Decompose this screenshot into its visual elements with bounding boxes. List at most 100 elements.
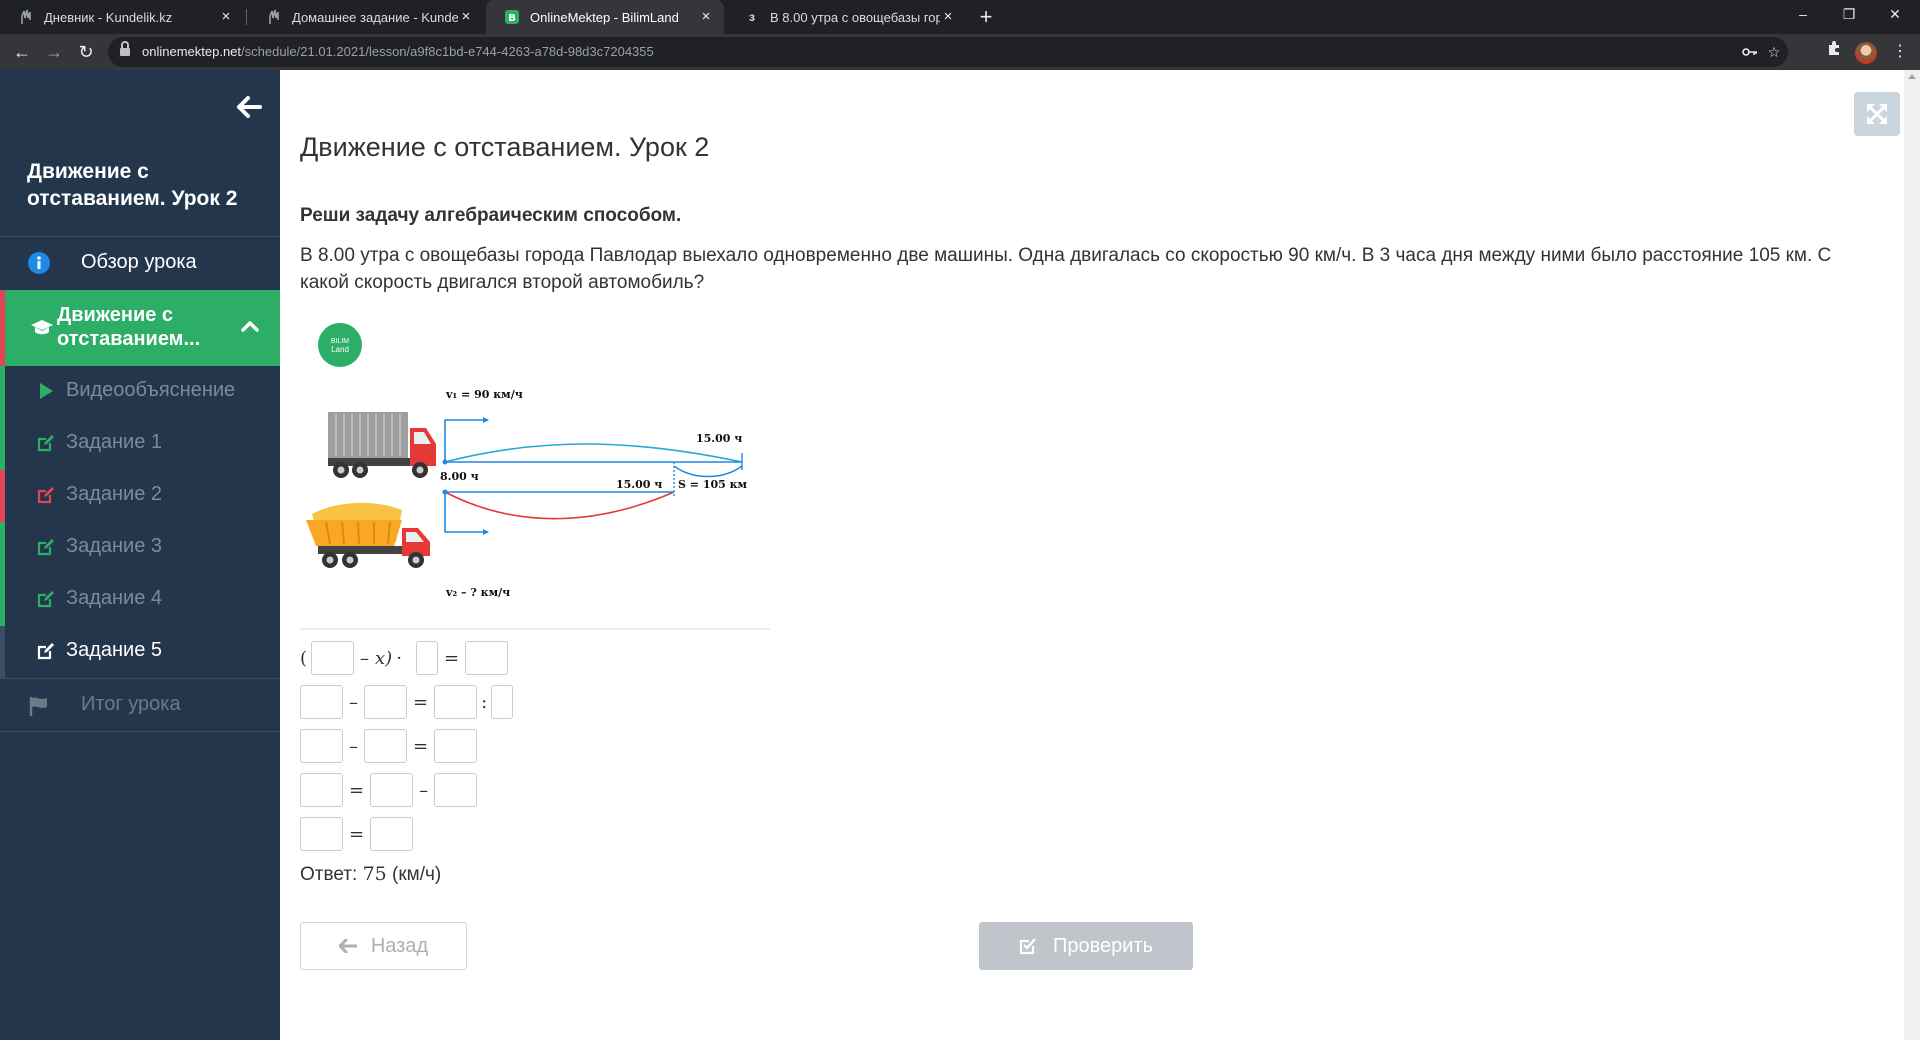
url-text: onlinemektep.net/schedule/21.01.2021/les… (142, 44, 654, 59)
browser-tab-active[interactable]: B OnlineMektep - BilimLand × (486, 0, 724, 34)
equals-sign: = (443, 647, 460, 669)
back-button[interactable]: Назад (300, 922, 467, 970)
task-illustration: BILIM Land v₁ = 90 км/ч 15.00 ч 8.00 ч 1… (306, 323, 748, 599)
distance-label: S = 105 км (678, 478, 748, 491)
back-icon[interactable]: ← (10, 40, 34, 64)
key-icon[interactable] (1740, 42, 1760, 62)
task-heading: Реши задачу алгебраическим способом. (300, 205, 682, 226)
sidebar-section-current[interactable]: Движение с отставанием... (0, 290, 280, 366)
check-button[interactable]: Проверить (979, 922, 1193, 970)
tab-title: OnlineMektep - BilimLand (530, 9, 679, 25)
answer-input[interactable] (300, 817, 343, 851)
tab-title: В 8.00 утра с овощебазы города Павлодар (770, 9, 940, 25)
new-tab-icon[interactable]: + (974, 5, 998, 29)
browser-tab-bar: Дневник - Kundelik.kz × Домашнее задание… (0, 0, 1920, 34)
address-bar[interactable]: onlinemektep.net/schedule/21.01.2021/les… (108, 37, 1788, 67)
end-time-bottom: 15.00 ч (616, 478, 662, 491)
close-icon[interactable]: × (458, 9, 474, 25)
v1-label: v₁ = 90 км/ч (445, 388, 523, 401)
sidebar-item-task-3[interactable]: Задание 3 (0, 522, 280, 574)
forward-icon[interactable]: → (42, 40, 66, 64)
answer-input[interactable] (370, 773, 414, 807)
sidebar-item-label: Обзор урока (81, 251, 197, 273)
reload-icon[interactable]: ↻ (74, 40, 98, 64)
variable-x: x) (375, 647, 393, 669)
sidebar-item-summary[interactable]: Итог урока (0, 678, 280, 732)
task-text: В 8.00 утра с овощебазы города Павлодар … (300, 245, 1832, 293)
divider (300, 628, 770, 630)
restore-icon[interactable]: ❐ (1826, 0, 1872, 28)
profile-avatar[interactable] (1855, 42, 1877, 64)
sidebar-item-label: Задание 4 (66, 587, 163, 609)
answer-input[interactable] (300, 773, 343, 807)
flag-icon (28, 695, 50, 717)
answer-input[interactable] (300, 729, 343, 763)
close-icon[interactable]: × (218, 9, 234, 25)
status-mark (0, 522, 5, 574)
arrow-left-icon (338, 939, 357, 953)
arrow-left-icon[interactable] (236, 96, 262, 118)
close-icon[interactable]: × (698, 9, 714, 25)
status-mark (0, 470, 5, 522)
equation-row-5: = (300, 817, 414, 851)
star-icon[interactable]: ☆ (1764, 42, 1784, 62)
v2-label: v₂ – ? км/ч (445, 586, 510, 599)
menu-icon[interactable]: ⋮ (1888, 40, 1912, 64)
status-mark (0, 290, 5, 366)
answer-input[interactable] (364, 729, 407, 763)
hand-icon (18, 9, 34, 25)
edit-icon (36, 641, 56, 661)
minus-sign: – (349, 691, 358, 713)
browser-toolbar: ← → ↻ onlinemektep.net/schedule/21.01.20… (0, 34, 1920, 70)
status-mark (0, 418, 5, 470)
answer-input[interactable] (300, 685, 343, 719)
answer-input[interactable] (370, 817, 414, 851)
sidebar-item-label: Задание 5 (66, 639, 163, 661)
info-icon (28, 252, 50, 274)
extensions-icon[interactable] (1822, 40, 1846, 64)
sidebar-item-task-5[interactable]: Задание 5 (0, 626, 280, 678)
expand-icon (1866, 103, 1888, 125)
play-icon (36, 381, 56, 401)
sidebar-item-task-1[interactable]: Задание 1 (0, 418, 280, 470)
sidebar-item-label: Видеообъяснение (66, 379, 236, 401)
answer-input[interactable] (491, 685, 514, 719)
scrollbar[interactable] (1904, 70, 1920, 1040)
answer-input[interactable] (415, 641, 438, 675)
logo-text: BILIM (331, 338, 349, 345)
fullscreen-button[interactable] (1854, 92, 1900, 136)
z-icon: з (749, 10, 755, 24)
page-title: Движение с отставанием. Урок 2 (300, 132, 710, 162)
answer-input[interactable] (465, 641, 509, 675)
hand-icon (266, 9, 282, 25)
minimize-icon[interactable]: – (1780, 0, 1826, 28)
minus-sign: – (419, 779, 429, 801)
close-icon[interactable]: × (940, 9, 956, 25)
window-close-icon[interactable]: ✕ (1872, 0, 1918, 28)
answer-input[interactable] (434, 729, 478, 763)
check-square-icon (1019, 938, 1036, 955)
check-button-label: Проверить (1052, 934, 1154, 957)
sidebar-item-task-2[interactable]: Задание 2 (0, 470, 280, 522)
answer-input[interactable] (434, 773, 478, 807)
svg-text:Land: Land (331, 345, 349, 354)
sidebar-title: Движение с отставанием. Урок 2 (27, 160, 238, 210)
browser-tab[interactable]: Домашнее задание - Kundelik.kz × (248, 0, 484, 34)
equation-row-4: = – (300, 773, 478, 807)
minus-sign: – (349, 735, 358, 757)
answer-input[interactable] (311, 641, 355, 675)
browser-tab[interactable]: Дневник - Kundelik.kz × (0, 0, 244, 34)
sidebar-item-video[interactable]: Видеообъяснение (0, 366, 280, 418)
scroll-up-icon[interactable] (1908, 74, 1916, 79)
answer-value: 75 (362, 863, 387, 885)
equals-sign: = (349, 823, 365, 845)
sidebar-item-overview[interactable]: Обзор урока (0, 236, 280, 290)
answer-input[interactable] (434, 685, 478, 719)
browser-tab[interactable]: з В 8.00 утра с овощебазы города Павлода… (726, 0, 966, 34)
chevron-up-icon[interactable] (240, 316, 260, 336)
edit-icon (36, 589, 56, 609)
sidebar-item-task-4[interactable]: Задание 4 (0, 574, 280, 626)
equals-sign: = (413, 691, 429, 713)
answer-input[interactable] (364, 685, 407, 719)
sidebar-item-label: Задание 2 (66, 483, 163, 505)
